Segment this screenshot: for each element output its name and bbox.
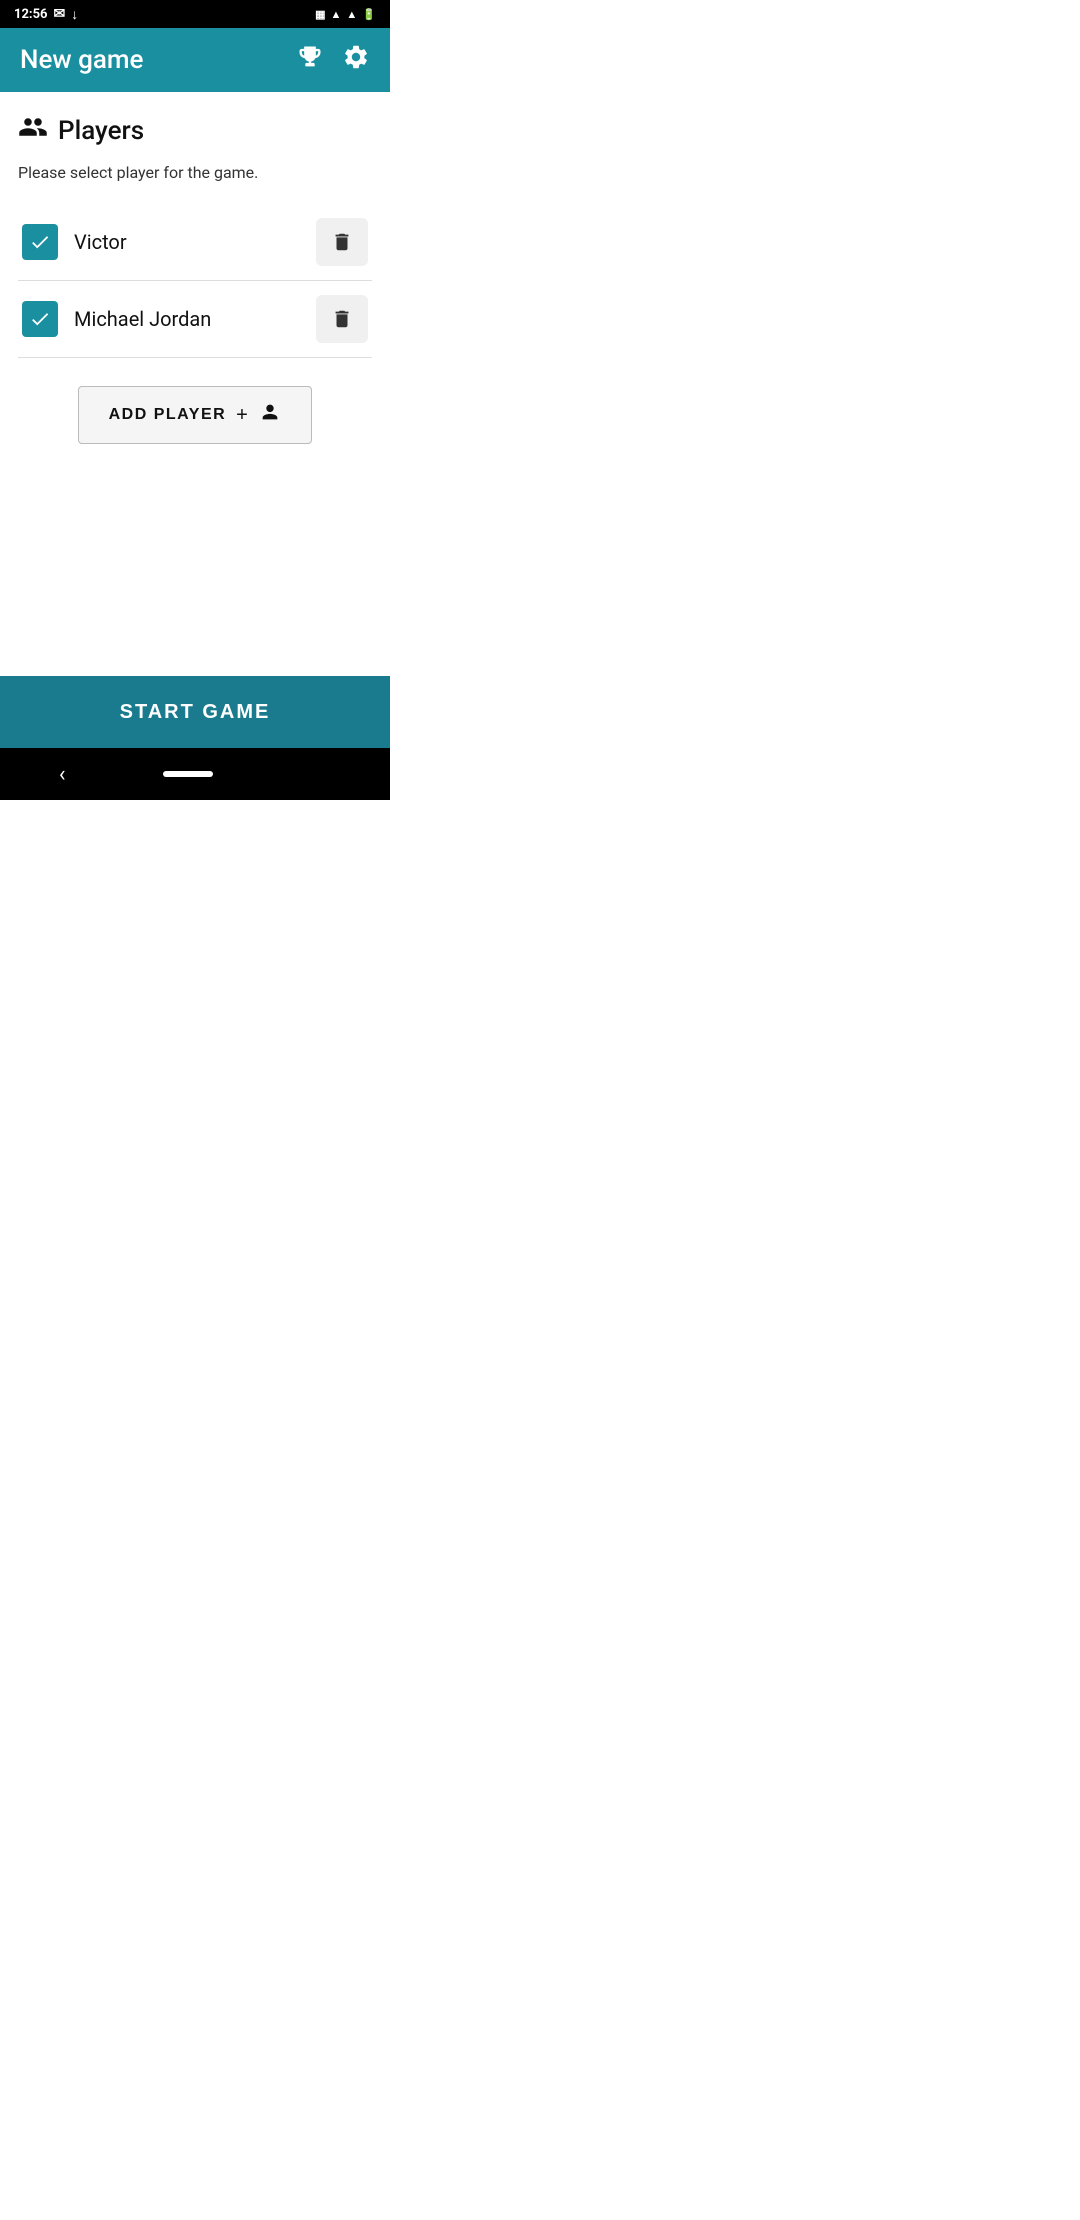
player-row: Michael Jordan bbox=[18, 281, 372, 358]
signal-icon: ▲ bbox=[346, 8, 357, 21]
add-player-button[interactable]: ADD PLAYER + bbox=[78, 386, 313, 444]
page-title: New game bbox=[20, 45, 143, 75]
battery-icon: 🔋 bbox=[362, 8, 376, 21]
player-row: Victor bbox=[18, 204, 372, 281]
trophy-icon[interactable] bbox=[296, 43, 324, 77]
settings-icon[interactable] bbox=[342, 43, 370, 77]
person-icon bbox=[259, 401, 281, 429]
add-player-label: ADD PLAYER bbox=[109, 406, 227, 424]
player-2-checkbox[interactable] bbox=[22, 301, 58, 337]
player-1-name: Victor bbox=[74, 230, 316, 254]
time-display: 12:56 bbox=[14, 7, 48, 22]
section-header: Players bbox=[18, 112, 372, 149]
player-list: Victor Michael Jordan bbox=[18, 204, 372, 358]
home-indicator[interactable] bbox=[163, 771, 213, 777]
add-player-container: ADD PLAYER + bbox=[18, 386, 372, 444]
status-bar: 12:56 ✉ ↓ ▦ ▲ ▲ 🔋 bbox=[0, 0, 390, 28]
main-content: Players Please select player for the gam… bbox=[0, 92, 390, 560]
vibrate-icon: ▦ bbox=[315, 8, 325, 21]
players-icon bbox=[18, 112, 48, 149]
nav-bar: ‹ bbox=[0, 748, 390, 800]
toolbar: New game bbox=[0, 28, 390, 92]
download-icon: ↓ bbox=[71, 6, 78, 23]
player-2-name: Michael Jordan bbox=[74, 307, 316, 331]
start-game-button[interactable]: START GAME bbox=[0, 676, 390, 748]
toolbar-actions bbox=[296, 43, 370, 77]
whatsapp-icon: ✉ bbox=[54, 6, 66, 22]
player-2-delete-button[interactable] bbox=[316, 295, 368, 343]
subtitle-text: Please select player for the game. bbox=[18, 163, 372, 182]
back-button[interactable]: ‹ bbox=[39, 752, 86, 797]
wifi-icon: ▲ bbox=[331, 8, 342, 21]
section-title: Players bbox=[58, 116, 144, 146]
player-1-delete-button[interactable] bbox=[316, 218, 368, 266]
plus-icon: + bbox=[236, 404, 249, 427]
player-1-checkbox[interactable] bbox=[22, 224, 58, 260]
